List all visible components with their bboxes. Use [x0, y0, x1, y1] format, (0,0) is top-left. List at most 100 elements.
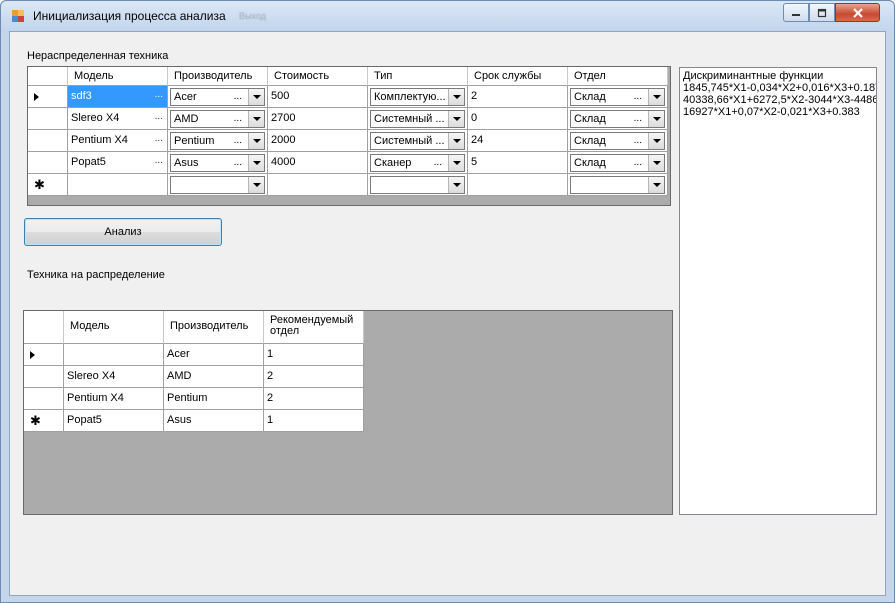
column-header-maker[interactable]: Производитель: [164, 311, 264, 344]
minimize-button[interactable]: [783, 3, 809, 22]
cell-model[interactable]: Slereo X4: [64, 366, 164, 388]
dept-combo[interactable]: Склад...: [570, 154, 665, 172]
row-header[interactable]: [24, 388, 64, 410]
dept-combo[interactable]: [570, 176, 665, 194]
dropdown-arrow-icon[interactable]: [248, 111, 264, 127]
maker-combo[interactable]: AMD...: [170, 110, 265, 128]
cell-cost[interactable]: 4000: [268, 152, 368, 174]
cell-maker[interactable]: Acer: [164, 344, 264, 366]
cell-model[interactable]: sdf3 ...: [68, 86, 168, 108]
cell-maker[interactable]: Pentium...: [168, 130, 268, 152]
column-header-model[interactable]: Модель: [64, 311, 164, 344]
cell-maker[interactable]: AMD...: [168, 108, 268, 130]
cell-model[interactable]: Popat5: [64, 410, 164, 432]
cell-model[interactable]: Sdf3: [64, 344, 164, 366]
discriminant-textbox[interactable]: Дискриминантные функции 1845,745*X1-0,03…: [679, 67, 877, 515]
close-button[interactable]: [835, 3, 880, 22]
cell-cost[interactable]: 2000: [268, 130, 368, 152]
column-header-dept[interactable]: Отдел: [568, 67, 668, 86]
analyze-button[interactable]: Анализ: [24, 218, 222, 246]
dept-combo[interactable]: Склад...: [570, 88, 665, 106]
ellipsis-button[interactable]: ...: [234, 113, 242, 124]
cell-life[interactable]: 5: [468, 152, 568, 174]
ellipsis-button[interactable]: ...: [634, 157, 642, 168]
dropdown-arrow-icon[interactable]: [448, 111, 464, 127]
title-bar[interactable]: Инициализация процесса анализа Выход: [1, 1, 894, 31]
cell-cost[interactable]: 500: [268, 86, 368, 108]
cell-recommended-dept[interactable]: 2: [264, 388, 364, 410]
ellipsis-button[interactable]: ...: [634, 91, 642, 102]
row-header[interactable]: [28, 152, 68, 174]
cell-life[interactable]: 24: [468, 130, 568, 152]
dropdown-arrow-icon[interactable]: [648, 133, 664, 149]
column-header-model[interactable]: Модель: [68, 67, 168, 86]
ellipsis-button[interactable]: ...: [234, 91, 242, 102]
dept-combo[interactable]: Склад...: [570, 110, 665, 128]
row-header[interactable]: ✱: [28, 174, 68, 196]
cell-recommended-dept[interactable]: 2: [264, 366, 364, 388]
type-combo[interactable]: Системный ...: [370, 110, 465, 128]
cell-model[interactable]: Pentium X4: [64, 388, 164, 410]
cell-model[interactable]: Pentium X4 ...: [68, 130, 168, 152]
dropdown-arrow-icon[interactable]: [648, 111, 664, 127]
ellipsis-button[interactable]: ...: [155, 111, 163, 122]
column-header-life[interactable]: Срок службы: [468, 67, 568, 86]
cell-life[interactable]: 0: [468, 108, 568, 130]
column-header-recommended-dept[interactable]: Рекомендуемый отдел: [264, 311, 364, 344]
cell-dept[interactable]: [568, 174, 668, 196]
cell-type[interactable]: Системный ...: [368, 108, 468, 130]
cell-maker[interactable]: Acer...: [168, 86, 268, 108]
row-header[interactable]: [24, 344, 64, 366]
maker-combo[interactable]: [170, 176, 265, 194]
cell-maker[interactable]: Asus...: [168, 152, 268, 174]
dropdown-arrow-icon[interactable]: [448, 155, 464, 171]
cell-maker[interactable]: Asus: [164, 410, 264, 432]
distribution-grid[interactable]: Модель Производитель Рекомендуемый отдел…: [23, 310, 673, 515]
cell-cost[interactable]: [268, 174, 368, 196]
ellipsis-button[interactable]: ...: [155, 155, 163, 166]
dropdown-arrow-icon[interactable]: [248, 155, 264, 171]
cell-type[interactable]: Сканер...: [368, 152, 468, 174]
maximize-button[interactable]: [809, 3, 835, 22]
ellipsis-button[interactable]: ...: [234, 135, 242, 146]
cell-life[interactable]: 2: [468, 86, 568, 108]
row-header[interactable]: [28, 108, 68, 130]
ellipsis-button[interactable]: ...: [155, 133, 163, 144]
cell-recommended-dept[interactable]: 1: [264, 410, 364, 432]
dropdown-arrow-icon[interactable]: [648, 89, 664, 105]
dropdown-arrow-icon[interactable]: [248, 133, 264, 149]
row-header[interactable]: [28, 86, 68, 108]
dept-combo[interactable]: Склад...: [570, 132, 665, 150]
cell-dept[interactable]: Склад...: [568, 130, 668, 152]
dropdown-arrow-icon[interactable]: [448, 89, 464, 105]
maker-combo[interactable]: Pentium...: [170, 132, 265, 150]
ellipsis-button[interactable]: ...: [434, 157, 442, 168]
type-combo[interactable]: Системный ...: [370, 132, 465, 150]
cell-recommended-dept[interactable]: 1: [264, 344, 364, 366]
column-header-maker[interactable]: Производитель: [168, 67, 268, 86]
dropdown-arrow-icon[interactable]: [448, 177, 464, 193]
row-header[interactable]: ✱: [24, 410, 64, 432]
cell-model[interactable]: Popat5 ...: [68, 152, 168, 174]
type-combo[interactable]: Сканер...: [370, 154, 465, 172]
cell-type[interactable]: Комплектую...: [368, 86, 468, 108]
cell-type[interactable]: Системный ...: [368, 130, 468, 152]
column-header-cost[interactable]: Стоимость: [268, 67, 368, 86]
cell-maker[interactable]: [168, 174, 268, 196]
type-combo[interactable]: [370, 176, 465, 194]
cell-dept[interactable]: Склад...: [568, 108, 668, 130]
cell-life[interactable]: [468, 174, 568, 196]
dropdown-arrow-icon[interactable]: [448, 133, 464, 149]
ellipsis-button[interactable]: ...: [155, 89, 163, 100]
maker-combo[interactable]: Acer...: [170, 88, 265, 106]
dropdown-arrow-icon[interactable]: [248, 89, 264, 105]
column-header-type[interactable]: Тип: [368, 67, 468, 86]
type-combo[interactable]: Комплектую...: [370, 88, 465, 106]
dropdown-arrow-icon[interactable]: [248, 177, 264, 193]
cell-maker[interactable]: Pentium: [164, 388, 264, 410]
cell-type[interactable]: [368, 174, 468, 196]
ellipsis-button[interactable]: ...: [234, 157, 242, 168]
maker-combo[interactable]: Asus...: [170, 154, 265, 172]
row-header[interactable]: [24, 366, 64, 388]
cell-model[interactable]: Slereo X4 ...: [68, 108, 168, 130]
